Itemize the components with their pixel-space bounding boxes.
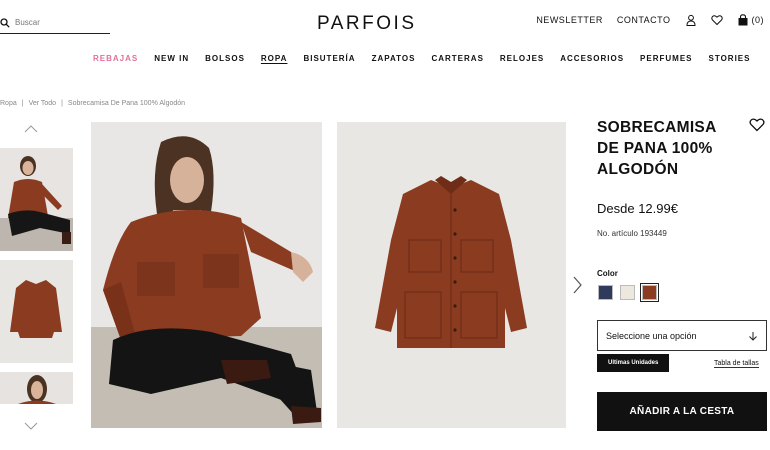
chevron-down-icon[interactable] (24, 421, 38, 431)
product-photo[interactable] (337, 122, 566, 428)
main-nav: REBAJAS NEW IN BOLSOS ROPA BISUTERÍA ZAP… (93, 54, 750, 63)
thumbnail-model-2[interactable] (0, 372, 73, 404)
color-swatch-rust[interactable] (640, 283, 659, 302)
cart-button[interactable]: (0) (737, 14, 765, 26)
search-input[interactable] (15, 18, 105, 27)
color-swatches (598, 283, 659, 302)
nav-item-bolsos[interactable]: BOLSOS (205, 54, 245, 63)
arrow-down-icon (749, 331, 757, 341)
model-thumbnail-image (0, 148, 73, 251)
user-icon[interactable] (685, 14, 697, 26)
nav-item-stories[interactable]: STORIES (709, 54, 751, 63)
breadcrumb-ropa[interactable]: Ropa (0, 100, 17, 107)
model-image (91, 122, 322, 428)
product-price: Desde 12.99€ (597, 201, 678, 216)
color-swatch-cream[interactable] (620, 285, 635, 300)
stock-badge: Ultimas Unidades (597, 354, 670, 372)
brand-logo[interactable]: PARFOIS (317, 13, 417, 35)
nav-item-zapatos[interactable]: ZAPATOS (372, 54, 416, 63)
wishlist-heart-icon[interactable] (749, 117, 765, 132)
nav-item-bisuteria[interactable]: BISUTERÍA (303, 54, 355, 63)
size-guide-link[interactable]: Tabla de tallas (714, 360, 759, 368)
chevron-up-icon[interactable] (24, 124, 38, 134)
search-icon[interactable] (0, 17, 10, 28)
nav-item-rebajas[interactable]: REBAJAS (93, 54, 138, 63)
breadcrumb-separator: | (21, 100, 24, 107)
size-select-placeholder: Seleccione una opción (606, 330, 697, 341)
size-select[interactable]: Seleccione una opción (597, 320, 767, 351)
product-info: SOBRECAMISA DE PANA 100% ALGODÓN Desde 1… (597, 117, 767, 431)
nav-item-accesorios[interactable]: ACCESORIOS (560, 54, 624, 63)
breadcrumb-ver-todo[interactable]: Ver Todo (29, 100, 57, 107)
color-label: Color (597, 269, 618, 278)
breadcrumb-current: Sobrecamisa De Pana 100% Algodón (67, 100, 186, 107)
model-photo[interactable] (91, 122, 322, 428)
chevron-right-icon[interactable] (572, 276, 582, 294)
newsletter-link[interactable]: NEWSLETTER (536, 15, 603, 25)
breadcrumb: Ropa | Ver Todo | Sobrecamisa De Pana 10… (0, 100, 185, 107)
model-thumbnail-image (0, 372, 73, 404)
nav-item-perfumes[interactable]: PERFUMES (640, 54, 692, 63)
product-sku: No. artículo 193449 (597, 229, 667, 238)
thumbnail-product[interactable] (0, 260, 73, 363)
header: PARFOIS NEWSLETTER CONTACTO (0) (0, 0, 770, 46)
nav-item-ropa[interactable]: ROPA (261, 54, 288, 63)
color-swatch-navy[interactable] (598, 285, 613, 300)
shirt-image (337, 122, 566, 428)
nav-item-relojes[interactable]: RELOJES (500, 54, 544, 63)
product-title: SOBRECAMISA DE PANA 100% ALGODÓN (597, 119, 716, 178)
thumbnail-gallery (0, 120, 74, 440)
add-to-cart-button[interactable]: AÑADIR A LA CESTA (597, 392, 767, 431)
top-links: NEWSLETTER CONTACTO (0) (536, 14, 764, 26)
nav-item-new-in[interactable]: NEW IN (154, 54, 189, 63)
contact-link[interactable]: CONTACTO (617, 15, 671, 25)
thumbnail-model[interactable] (0, 148, 73, 251)
search-box[interactable] (0, 12, 110, 34)
bag-icon (738, 14, 747, 26)
breadcrumb-separator: | (61, 100, 63, 107)
product-thumbnail-image (0, 260, 73, 363)
cart-count: (0) (751, 15, 764, 25)
heart-icon[interactable] (710, 14, 723, 26)
nav-item-carteras[interactable]: CARTERAS (431, 54, 483, 63)
